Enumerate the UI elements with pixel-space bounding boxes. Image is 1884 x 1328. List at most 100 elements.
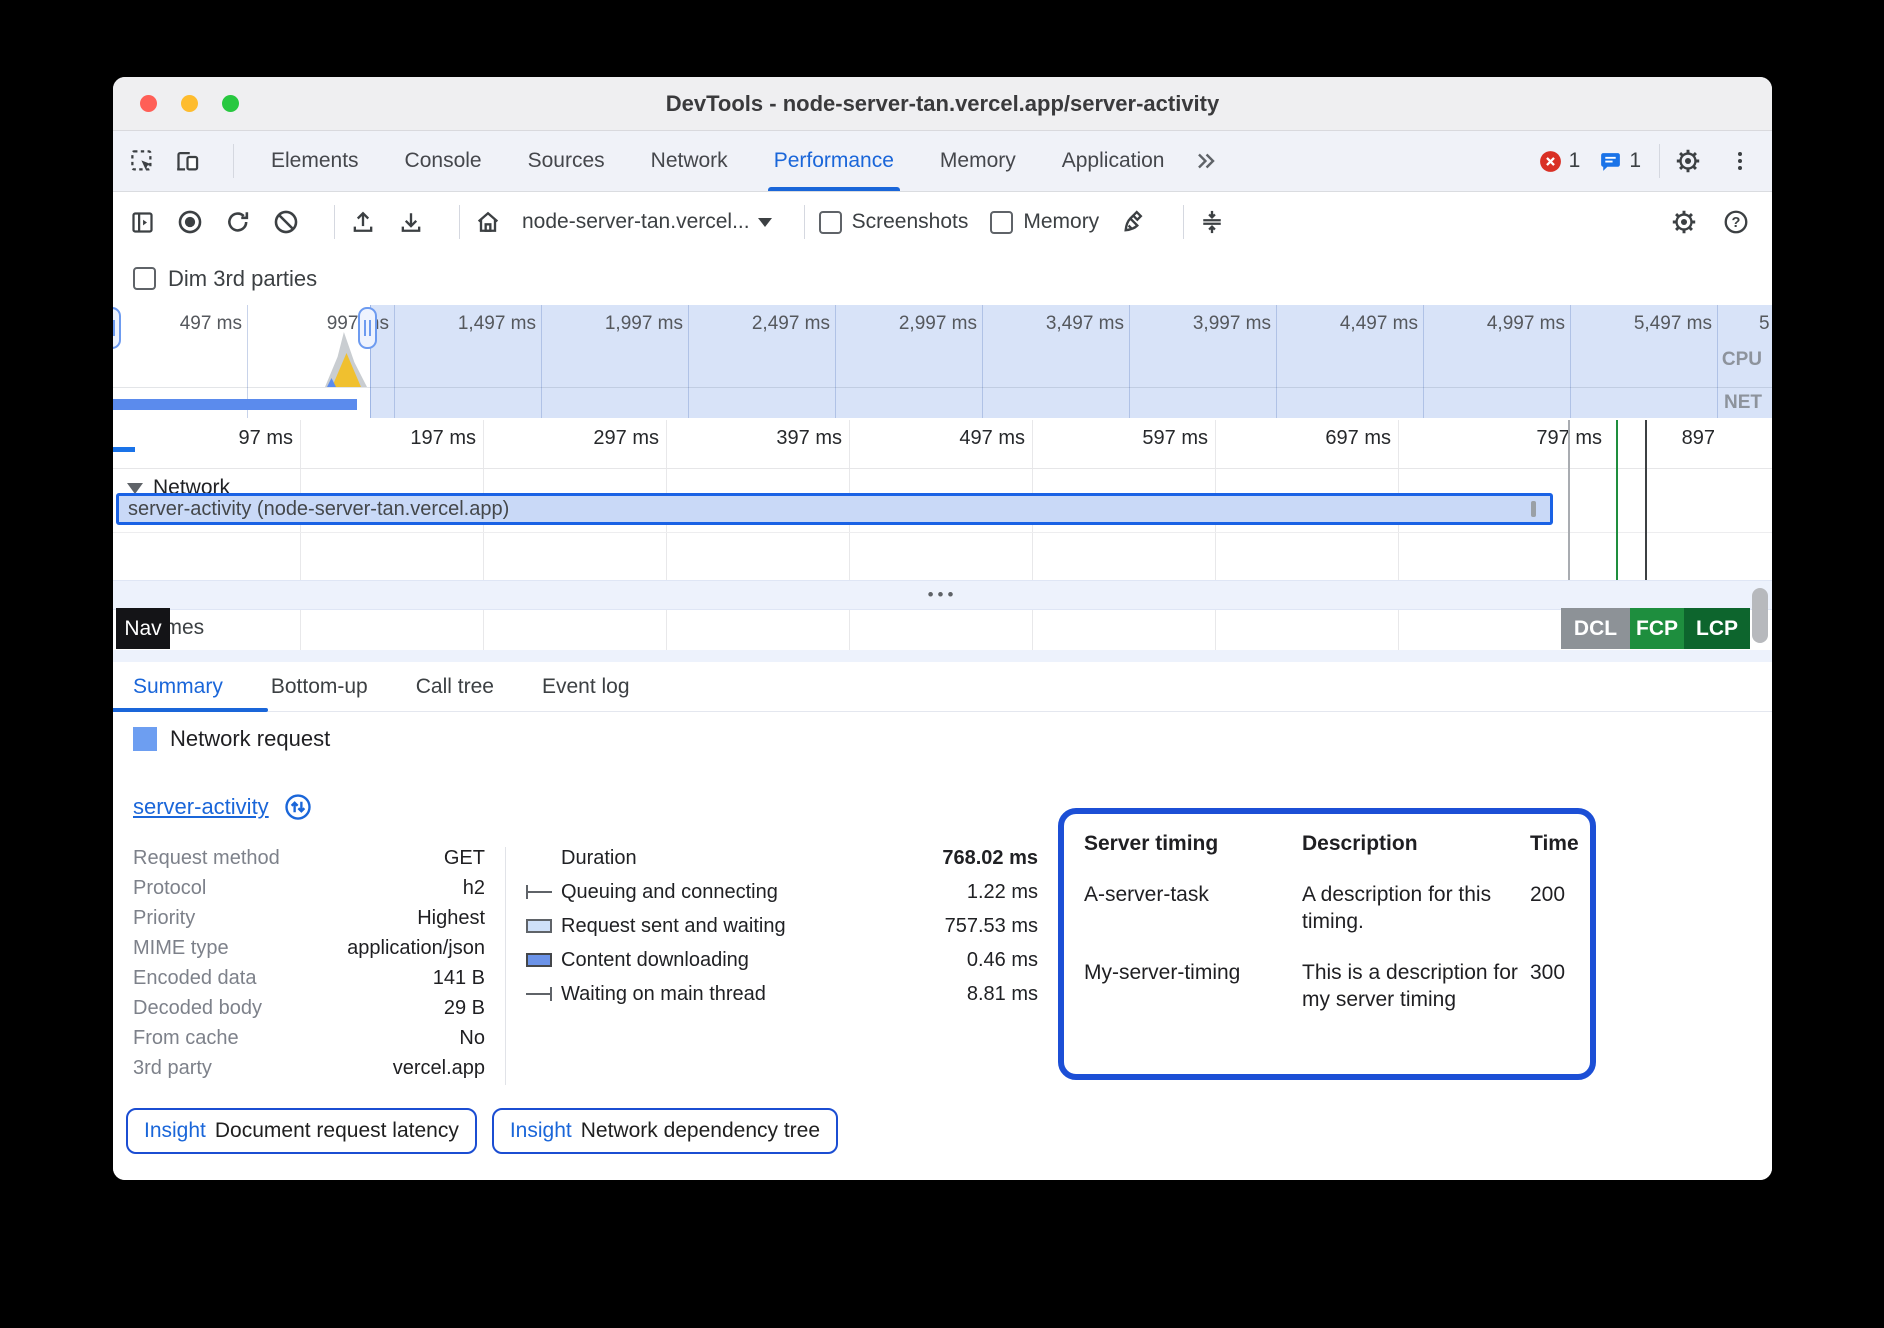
request-bar-selected[interactable]: server-activity (node-server-tan.vercel.… [116,493,1553,525]
shrink-flamechart-icon[interactable] [1198,208,1226,236]
help-icon[interactable]: ? [1722,208,1750,236]
overview-network-bar [113,399,357,410]
detail-row: Encoded data141 B [133,967,485,997]
title-bar: DevTools - node-server-tan.vercel.app/se… [113,77,1772,131]
overview-tick: 3,497 ms [1004,313,1124,335]
tab-console[interactable]: Console [405,131,482,191]
overview-tick: 2,497 ms [710,313,830,335]
reload-record-icon[interactable] [224,208,252,236]
memory-checkbox[interactable] [990,211,1013,234]
panel-settings-gear-icon[interactable] [1670,208,1698,236]
timing-row: Waiting on main thread8.81 ms [526,983,1038,1015]
collapse-triangle-icon [127,483,143,494]
detail-tick: 297 ms [539,427,659,450]
screenshots-checkbox[interactable] [819,211,842,234]
detail-row: Decoded body29 B [133,997,485,1027]
error-icon[interactable] [1538,149,1563,174]
detail-tick: 597 ms [1088,427,1208,450]
active-tab-underline [113,708,268,712]
tab-call-tree[interactable]: Call tree [416,675,494,699]
summary-panel: Summary Bottom-up Call tree Event log Ne… [113,662,1772,1180]
overview-tick: 4,997 ms [1445,313,1565,335]
target-selector[interactable]: node-server-tan.vercel... [522,210,750,234]
svg-text:?: ? [1732,215,1741,231]
request-bar-handle [1531,501,1536,517]
divider [459,205,460,239]
divider [1659,144,1660,178]
net-track-label: NET [1724,392,1762,414]
overview-tick: 5 [1759,313,1772,335]
selection-left-handle[interactable] [113,307,121,349]
dim-row: Dim 3rd parties [113,252,1772,305]
request-url-link[interactable]: server-activity [133,794,269,820]
devtools-tabbar: Elements Console Sources Network Perform… [113,131,1772,192]
tab-performance[interactable]: Performance [774,131,894,191]
server-timing-table: Server timing Description Time A-server-… [1058,808,1596,1080]
time-header: Time [1530,830,1586,857]
download-profile-icon[interactable] [397,208,425,236]
dim-3rd-parties-checkbox[interactable] [133,267,156,290]
tab-summary[interactable]: Summary [133,675,223,699]
vertical-scrollbar-thumb[interactable] [1752,588,1768,643]
event-legend: Network request [133,726,330,752]
timeline-detail[interactable]: 97 ms 197 ms 297 ms 397 ms 497 ms 597 ms… [113,420,1772,650]
selection-right-handle[interactable] [358,307,377,349]
reveal-in-network-icon[interactable] [283,792,313,822]
fcp-badge[interactable]: FCP [1630,608,1684,649]
detail-gridlines [297,420,1403,650]
tab-application[interactable]: Application [1062,131,1165,191]
track-overflow-strip[interactable]: ••• [113,580,1772,610]
inspect-element-icon[interactable] [129,148,156,175]
timing-row: Request sent and waiting757.53 ms [526,915,1038,947]
kebab-menu-icon[interactable] [1728,148,1752,174]
tab-event-log[interactable]: Event log [542,675,630,699]
tab-memory[interactable]: Memory [940,131,1016,191]
lcp-badge[interactable]: LCP [1684,608,1750,649]
home-icon[interactable] [474,208,502,236]
server-timing-time: 300 [1530,959,1586,1013]
timing-row-duration: Duration768.02 ms [526,847,1038,879]
divider [1183,205,1184,239]
device-toolbar-icon[interactable] [174,148,201,175]
timing-row: Content downloading0.46 ms [526,949,1038,981]
detail-row: From cacheNo [133,1027,485,1057]
tab-elements[interactable]: Elements [271,131,359,191]
ruler-divider [113,468,1772,469]
divider [804,205,805,239]
request-link-row: server-activity [133,792,313,822]
dcl-badge[interactable]: DCL [1561,608,1630,649]
detail-row: MIME typeapplication/json [133,937,485,967]
clear-icon[interactable] [272,208,300,236]
detail-row: 3rd partyvercel.app [133,1057,485,1087]
detail-tick: 697 ms [1271,427,1391,450]
panel-tabstrip: Summary Bottom-up Call tree Event log [113,662,1772,712]
garbage-collect-icon[interactable] [1121,208,1149,236]
issues-message-icon[interactable] [1598,149,1623,174]
timeline-overview[interactable]: 497 ms 997 ms 1,497 ms 1,997 ms 2,497 ms… [113,305,1772,418]
detail-tick: 97 ms [173,427,293,450]
column-divider [505,847,506,1085]
tab-sources[interactable]: Sources [528,131,605,191]
downloading-bar-icon [526,953,552,967]
upload-profile-icon[interactable] [349,208,377,236]
memory-label: Memory [1023,210,1099,234]
record-icon[interactable] [176,208,204,236]
more-tabs-icon[interactable] [1193,148,1219,174]
dock-panel-icon[interactable] [129,209,156,236]
issues-count: 1 [1629,149,1641,173]
insight-document-request-latency-button[interactable]: InsightDocument request latency [126,1108,477,1154]
insight-network-dependency-tree-button[interactable]: InsightNetwork dependency tree [492,1108,838,1154]
settings-gear-icon[interactable] [1674,147,1702,175]
tab-bottom-up[interactable]: Bottom-up [271,675,368,699]
dropdown-caret-icon[interactable] [758,218,772,227]
overview-tick: 5,497 ms [1592,313,1712,335]
detail-tick: 497 ms [905,427,1025,450]
overview-tick: 1,497 ms [416,313,536,335]
detail-row: Request methodGET [133,847,485,877]
left-whisker-icon [526,885,552,899]
screenshots-label: Screenshots [852,210,969,234]
tab-network[interactable]: Network [651,131,728,191]
detail-row: PriorityHighest [133,907,485,937]
overflow-dots: ••• [928,585,958,605]
overview-tick: 3,997 ms [1151,313,1271,335]
